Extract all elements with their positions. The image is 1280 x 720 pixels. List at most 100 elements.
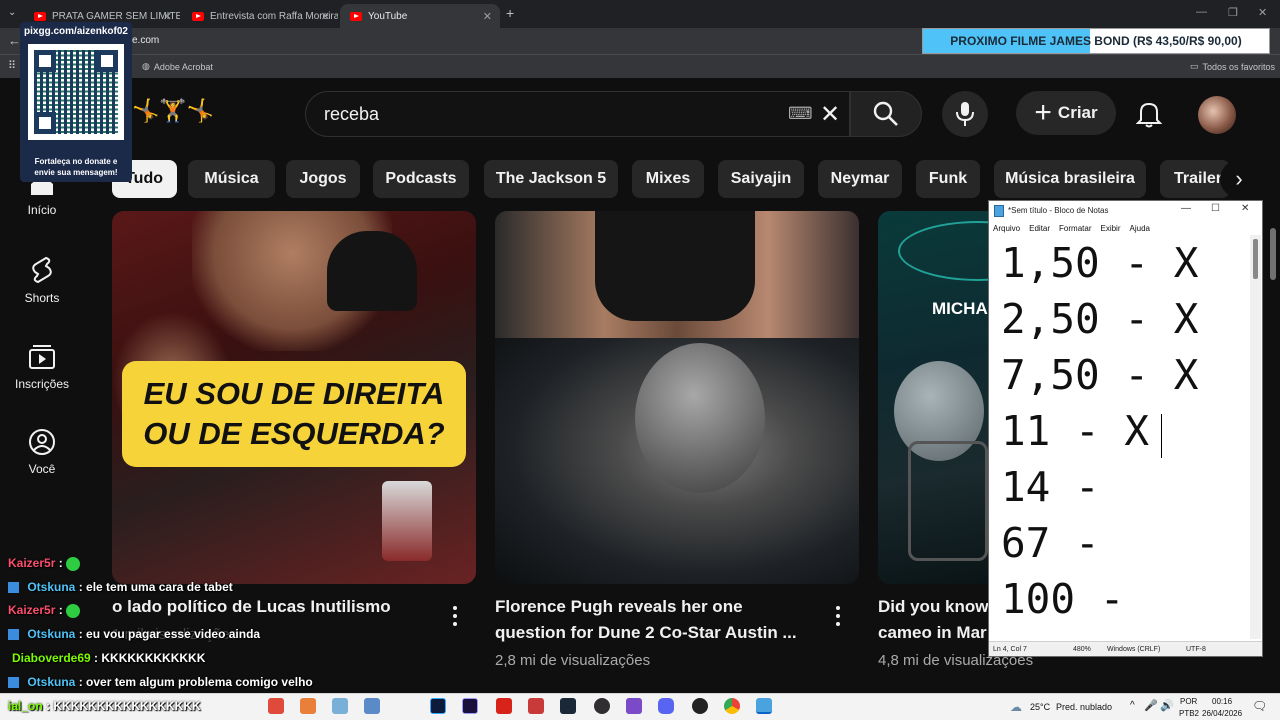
video-title-2[interactable]: Florence Pugh reveals her one question f…	[495, 594, 825, 646]
clock-time[interactable]: 00:16	[1212, 697, 1232, 706]
photoshop-icon[interactable]	[430, 698, 446, 714]
text-line: 7,50 - X	[1001, 351, 1199, 399]
video-thumbnail-1[interactable]: EU SOU DE DIREITA OU DE ESQUERDA?	[112, 211, 476, 584]
chip-musica-brasileira[interactable]: Música brasileira	[994, 160, 1146, 198]
microphone-tray-icon[interactable]: 🎤	[1144, 699, 1158, 712]
chip-saiyajin[interactable]: Saiyajin	[718, 160, 804, 198]
obs-icon[interactable]	[594, 698, 610, 714]
video-thumbnail-2[interactable]	[495, 211, 859, 584]
acrobat-icon[interactable]	[496, 698, 512, 714]
search-box[interactable]: receba ⌨ ✕	[305, 91, 850, 137]
menu-editar[interactable]: Editar	[1029, 224, 1050, 233]
app-icon[interactable]	[300, 698, 316, 714]
chat-user: Kaizer5r	[8, 556, 56, 570]
tab-entrevista[interactable]: Entrevista com Raffa Moreira - ✕	[182, 4, 338, 28]
apps-grid-icon[interactable]: ⠿	[8, 59, 16, 72]
status-position: Ln 4, Col 7	[993, 646, 1027, 653]
voice-search-button[interactable]	[942, 91, 988, 137]
language-line1[interactable]: POR	[1180, 697, 1197, 706]
minimize-icon[interactable]: —	[1196, 6, 1207, 18]
bookmark-adobe-acrobat[interactable]: ◍ Adobe Acrobat	[142, 61, 213, 72]
video-title-1[interactable]: o lado político de Lucas Inutilismo	[112, 594, 432, 620]
chip-neymar[interactable]: Neymar	[818, 160, 902, 198]
weather-temp[interactable]: 25°C	[1030, 702, 1050, 712]
close-window-icon[interactable]: ✕	[1241, 203, 1249, 214]
video-title-3[interactable]: Did you know cameo in Mar	[878, 594, 988, 646]
weather-desc[interactable]: Pred. nublado	[1056, 702, 1112, 712]
chat-user: ial_on	[8, 699, 43, 713]
premiere-icon[interactable]	[462, 698, 478, 714]
create-button[interactable]: + Criar	[1016, 91, 1116, 135]
close-tab-icon[interactable]: ✕	[321, 10, 330, 23]
discord-icon[interactable]	[658, 698, 674, 714]
steam-icon[interactable]	[560, 698, 576, 714]
status-eol: Windows (CRLF)	[1107, 646, 1161, 653]
nav-voce[interactable]: Você	[0, 428, 84, 476]
notifications-bell-icon[interactable]	[1136, 100, 1162, 128]
chip-label: Podcasts	[385, 170, 457, 187]
app-icon[interactable]	[692, 698, 708, 714]
url-text[interactable]: e.com	[132, 35, 159, 46]
app-icon[interactable]	[364, 698, 380, 714]
page-scrollbar[interactable]	[1270, 228, 1276, 280]
app-icon[interactable]	[268, 698, 284, 714]
chip-label: The Jackson 5	[495, 170, 607, 187]
menu-ajuda[interactable]: Ajuda	[1130, 224, 1150, 233]
chat-message: ial_on : KKKKKKKKKKKKKKKKK	[8, 699, 201, 713]
close-tab-icon[interactable]: ✕	[483, 10, 492, 23]
chip-mixes[interactable]: Mixes	[632, 160, 704, 198]
menu-exibir[interactable]: Exibir	[1100, 224, 1120, 233]
notepad-scrollbar[interactable]	[1250, 235, 1261, 639]
app-icon[interactable]	[626, 698, 642, 714]
globe-icon: ◍	[142, 61, 150, 71]
tray-chevron-icon[interactable]: ^	[1130, 700, 1135, 711]
chip-the-jackson-5[interactable]: The Jackson 5	[484, 160, 618, 198]
video-thumbnail-3[interactable]: MICHA	[878, 211, 988, 584]
browser-tab-bar: ⌄ PRATA GAMER SEM LIMITES - Y ✕ Entrevis…	[0, 0, 1280, 28]
nav-shorts[interactable]: Shorts	[0, 255, 84, 305]
menu-formatar[interactable]: Formatar	[1059, 224, 1091, 233]
maximize-icon[interactable]: ☐	[1211, 203, 1220, 214]
chip-funk[interactable]: Funk	[916, 160, 980, 198]
platform-badge-icon	[8, 677, 19, 689]
video-menu-1-icon[interactable]	[452, 604, 458, 626]
keyboard-icon[interactable]: ⌨	[788, 104, 813, 124]
app-icon[interactable]	[528, 698, 544, 714]
chip-podcasts[interactable]: Podcasts	[373, 160, 469, 198]
close-window-icon[interactable]: ✕	[1258, 6, 1267, 19]
bookmark-favorites[interactable]: ▭ Todos os favoritos	[1190, 61, 1275, 72]
text-line: 11 - X	[1001, 407, 1150, 455]
chevron-right-icon: ›	[1235, 166, 1243, 191]
chips-next-button[interactable]: ›	[1220, 160, 1258, 198]
notepad-icon[interactable]	[756, 698, 772, 714]
new-tab-button[interactable]: +	[506, 5, 514, 21]
clear-search-icon[interactable]: ✕	[820, 100, 840, 129]
chat-message: Otskuna : over tem algum problema comigo…	[8, 675, 313, 689]
nav-inscricoes[interactable]: Inscrições	[0, 343, 84, 391]
chat-message: Otskuna : ele tem uma cara de tabet	[8, 580, 233, 594]
notification-center-icon[interactable]: 🗨	[1252, 699, 1267, 713]
tab-youtube[interactable]: YouTube ✕	[340, 4, 500, 28]
volume-icon[interactable]: 🔊	[1160, 699, 1174, 712]
menu-arquivo[interactable]: Arquivo	[993, 224, 1020, 233]
minimize-icon[interactable]: —	[1181, 203, 1191, 214]
thumbnail-caption: MICHA	[932, 299, 988, 318]
tab-search-chevron-icon[interactable]: ⌄	[8, 7, 16, 18]
maximize-icon[interactable]: ❐	[1228, 6, 1238, 19]
chat-message: Otskuna : eu vou pagar esse video ainda	[8, 627, 260, 641]
close-tab-icon[interactable]: ✕	[163, 10, 172, 23]
app-icon[interactable]	[332, 698, 348, 714]
chat-text: over tem algum problema comigo velho	[86, 675, 313, 689]
video-menu-2-icon[interactable]	[835, 604, 841, 626]
chip-musica[interactable]: Música	[188, 160, 275, 198]
nav-label: Você	[28, 462, 56, 476]
text-line: 67 -	[1001, 519, 1100, 567]
search-button[interactable]	[850, 91, 922, 137]
search-input[interactable]: receba	[324, 104, 379, 125]
folder-icon: ▭	[1190, 61, 1199, 71]
avatar[interactable]	[1198, 96, 1236, 134]
chrome-icon[interactable]	[724, 698, 740, 714]
chip-jogos[interactable]: Jogos	[286, 160, 360, 198]
chat-emote-icon	[66, 603, 81, 618]
notepad-text-area[interactable]: 1,50 - X 2,50 - X 7,50 - X 11 - X 14 - 6…	[1001, 235, 1247, 639]
